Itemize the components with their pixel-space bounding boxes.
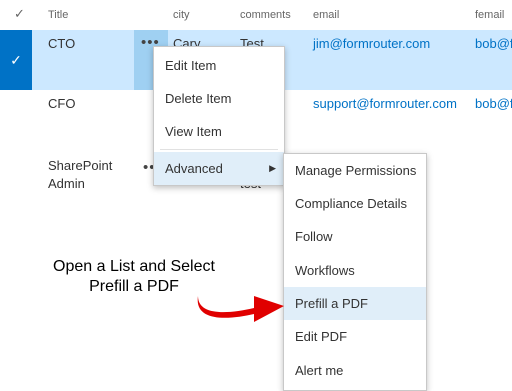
select-all-checkmark-icon[interactable]: ✓ bbox=[14, 6, 25, 22]
menu-item-advanced-label: Advanced bbox=[165, 161, 223, 176]
menu-item-edit-item[interactable]: Edit Item bbox=[154, 49, 284, 82]
column-header-femail[interactable]: femail bbox=[475, 9, 504, 21]
submenu-item-workflows[interactable]: Workflows bbox=[284, 254, 426, 287]
menu-item-delete-item[interactable]: Delete Item bbox=[154, 82, 284, 115]
row-selected-checkmark-icon[interactable]: ✓ bbox=[0, 30, 32, 90]
column-header-email[interactable]: email bbox=[313, 9, 339, 21]
cell-title-line2[interactable]: Admin bbox=[48, 176, 85, 191]
cell-femail-link[interactable]: bob@f bbox=[475, 96, 512, 111]
column-header-city[interactable]: city bbox=[173, 9, 190, 21]
menu-item-view-item[interactable]: View Item bbox=[154, 115, 284, 148]
annotation-line1: Open a List and Select bbox=[53, 258, 215, 275]
column-header-comments[interactable]: comments bbox=[240, 9, 291, 21]
red-arrow-icon bbox=[197, 296, 284, 322]
context-menu: Edit Item Delete Item View Item Advanced… bbox=[153, 46, 285, 186]
submenu-item-compliance-details[interactable]: Compliance Details bbox=[284, 187, 426, 220]
cell-title-line1[interactable]: SharePoint bbox=[48, 158, 112, 173]
submenu-item-edit-pdf[interactable]: Edit PDF bbox=[284, 320, 426, 353]
advanced-submenu: Manage Permissions Compliance Details Fo… bbox=[283, 153, 427, 391]
cell-email-link[interactable]: support@formrouter.com bbox=[313, 96, 457, 111]
submenu-item-manage-permissions[interactable]: Manage Permissions bbox=[284, 154, 426, 187]
cell-title[interactable]: CTO bbox=[48, 36, 75, 51]
submenu-item-alert-me[interactable]: Alert me bbox=[284, 354, 426, 387]
cell-femail-link[interactable]: bob@f bbox=[475, 36, 512, 51]
cell-email-link[interactable]: jim@formrouter.com bbox=[313, 36, 430, 51]
menu-separator bbox=[160, 149, 278, 150]
submenu-arrow-icon: ▶ bbox=[269, 163, 276, 173]
submenu-item-prefill-a-pdf[interactable]: Prefill a PDF bbox=[284, 287, 426, 320]
submenu-item-follow[interactable]: Follow bbox=[284, 220, 426, 253]
column-header-title[interactable]: Title bbox=[48, 9, 68, 21]
list-header: ✓ Title city comments email femail bbox=[0, 0, 512, 30]
cell-title[interactable]: CFO bbox=[48, 96, 75, 111]
menu-item-advanced[interactable]: Advanced ▶ bbox=[154, 152, 284, 185]
